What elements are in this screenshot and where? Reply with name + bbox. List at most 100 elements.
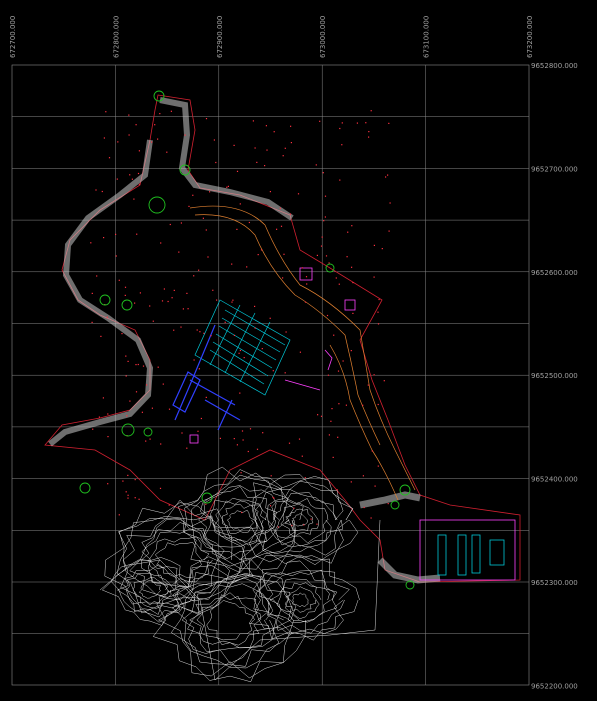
survey-point bbox=[368, 131, 370, 133]
survey-point bbox=[192, 194, 194, 196]
survey-point bbox=[187, 308, 189, 310]
survey-point bbox=[240, 472, 242, 474]
survey-point bbox=[151, 141, 153, 143]
survey-point bbox=[202, 217, 204, 219]
survey-point bbox=[134, 302, 136, 304]
survey-point bbox=[167, 300, 169, 303]
survey-point bbox=[282, 277, 284, 279]
survey-point bbox=[272, 370, 274, 372]
survey-point bbox=[227, 185, 229, 187]
survey-point bbox=[249, 428, 252, 430]
survey-point bbox=[124, 294, 126, 296]
survey-point bbox=[106, 316, 108, 318]
y-axis-label: 9652800.000 bbox=[531, 62, 578, 70]
survey-point bbox=[160, 443, 162, 445]
survey-point bbox=[127, 474, 129, 476]
survey-point bbox=[273, 131, 275, 133]
survey-point bbox=[377, 323, 380, 325]
survey-point bbox=[242, 439, 244, 441]
survey-point bbox=[169, 223, 171, 226]
survey-point bbox=[346, 256, 348, 258]
cad-drawing-canvas[interactable]: 672700.000 672800.000 672900.000 673000.000… bbox=[0, 0, 597, 701]
survey-point bbox=[262, 432, 264, 434]
survey-point bbox=[161, 300, 164, 302]
survey-point bbox=[239, 392, 241, 394]
y-axis-label: 9652300.000 bbox=[531, 579, 578, 587]
survey-point bbox=[341, 144, 343, 146]
contour-line bbox=[267, 488, 344, 548]
survey-point bbox=[381, 248, 383, 250]
survey-point bbox=[193, 359, 195, 361]
survey-point bbox=[247, 450, 249, 453]
road-band-east bbox=[359, 491, 441, 584]
survey-point bbox=[350, 350, 352, 352]
survey-point bbox=[138, 150, 140, 152]
survey-point bbox=[241, 511, 243, 514]
contour-line bbox=[291, 592, 309, 608]
survey-point bbox=[324, 216, 326, 218]
survey-point bbox=[371, 450, 373, 452]
x-axis-label: 673100.000 bbox=[423, 16, 431, 58]
survey-point bbox=[342, 360, 344, 362]
survey-point bbox=[159, 113, 161, 115]
site-plan: 672700.000 672800.000 672900.000 673000.000… bbox=[9, 16, 578, 691]
survey-point bbox=[231, 301, 233, 303]
survey-point bbox=[272, 496, 274, 498]
survey-point bbox=[236, 444, 238, 446]
survey-point bbox=[305, 276, 308, 278]
contour-line bbox=[284, 508, 314, 531]
survey-point bbox=[233, 334, 235, 336]
survey-point bbox=[196, 329, 198, 331]
survey-point bbox=[373, 374, 375, 376]
survey-point bbox=[163, 288, 165, 290]
survey-point bbox=[377, 465, 379, 467]
tree-icon bbox=[143, 427, 153, 437]
survey-point bbox=[160, 242, 162, 244]
vegetation bbox=[79, 90, 415, 590]
survey-point bbox=[325, 255, 328, 257]
survey-point bbox=[107, 483, 109, 485]
x-axis-label: 673200.000 bbox=[526, 16, 534, 58]
survey-point bbox=[188, 205, 190, 207]
y-axis-label: 9652200.000 bbox=[531, 682, 578, 690]
survey-point bbox=[149, 305, 151, 307]
survey-point bbox=[378, 298, 380, 301]
survey-point bbox=[260, 249, 263, 251]
survey-point bbox=[337, 370, 340, 372]
survey-point bbox=[216, 299, 218, 301]
survey-point bbox=[264, 165, 266, 167]
survey-point bbox=[152, 320, 154, 322]
survey-point bbox=[291, 524, 293, 527]
survey-point bbox=[373, 276, 375, 278]
survey-point bbox=[117, 141, 119, 143]
survey-point bbox=[387, 503, 389, 505]
survey-point bbox=[288, 442, 291, 444]
x-axis-label: 672900.000 bbox=[216, 16, 224, 58]
survey-point bbox=[125, 375, 127, 377]
survey-point bbox=[365, 122, 367, 124]
survey-point bbox=[269, 505, 272, 507]
survey-point bbox=[128, 114, 130, 116]
survey-point bbox=[168, 408, 171, 410]
survey-point bbox=[324, 195, 327, 197]
survey-point bbox=[173, 329, 175, 331]
survey-point bbox=[322, 172, 324, 174]
survey-point bbox=[254, 327, 256, 329]
survey-point bbox=[131, 178, 133, 180]
survey-point bbox=[212, 289, 214, 291]
contour-line bbox=[252, 560, 350, 635]
survey-point bbox=[125, 355, 127, 357]
survey-point bbox=[293, 507, 295, 509]
survey-point bbox=[207, 256, 209, 258]
survey-point bbox=[316, 254, 318, 256]
survey-point bbox=[127, 360, 129, 362]
survey-point bbox=[198, 368, 200, 370]
survey-point bbox=[362, 475, 364, 477]
survey-point bbox=[298, 438, 301, 440]
survey-point bbox=[107, 413, 109, 415]
survey-point bbox=[122, 480, 124, 482]
road-outer-edge bbox=[44, 94, 521, 583]
survey-point bbox=[200, 417, 202, 420]
building-block-main bbox=[194, 299, 291, 396]
tree-icon bbox=[99, 294, 111, 306]
